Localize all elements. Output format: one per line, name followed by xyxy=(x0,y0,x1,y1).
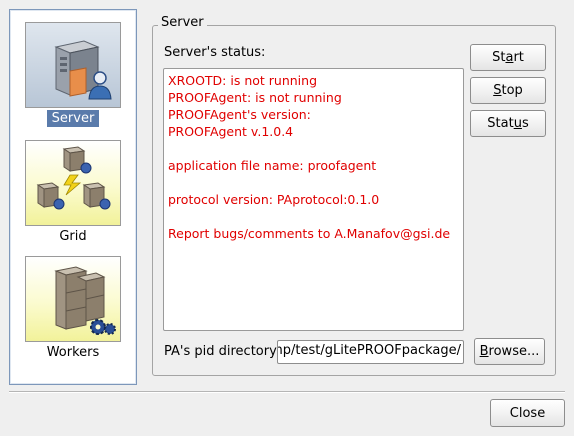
pid-directory-label: PA's pid directory: xyxy=(164,344,281,359)
status-button-mnemonic: u xyxy=(513,116,522,131)
nav-item-label: Grid xyxy=(59,229,87,244)
pid-directory-input[interactable]: /tmp/test/gLitePROOFpackage/ xyxy=(277,340,464,364)
status-line xyxy=(168,174,459,191)
browse-button-mnemonic: B xyxy=(479,344,489,359)
status-line: Report bugs/comments to A.Manafov@gsi.de xyxy=(168,226,451,241)
nav-item-label: Server xyxy=(46,110,100,127)
nav-item-server[interactable]: Server xyxy=(10,22,136,127)
workers-cluster-icon xyxy=(25,256,121,342)
start-button-label-pre: St xyxy=(492,50,506,65)
footer-separator xyxy=(9,391,565,393)
browse-button[interactable]: Browse... xyxy=(474,338,545,365)
stop-button-label-post: top xyxy=(501,83,523,98)
stop-button[interactable]: Stop xyxy=(470,77,546,104)
status-line: application file name: proofagent xyxy=(168,158,377,173)
status-button-label-post: s xyxy=(521,116,529,131)
status-button[interactable]: Status xyxy=(470,110,546,137)
status-button-label-pre: Stat xyxy=(487,116,514,131)
pid-directory-value: /tmp/test/gLitePROOFpackage/ xyxy=(277,343,461,358)
nav-panel: Server Grid Workers xyxy=(9,9,137,385)
server-status-label: Server's status: xyxy=(164,45,266,60)
nav-item-grid[interactable]: Grid xyxy=(10,140,136,245)
status-line: XROOTD: is not running xyxy=(168,73,318,88)
grid-servers-icon xyxy=(25,140,121,226)
close-button[interactable]: Close xyxy=(490,399,565,427)
start-button-label-post: rt xyxy=(513,50,524,65)
status-line: PROOFAgent: is not running xyxy=(168,90,342,105)
server-status-text[interactable]: XROOTD: is not running PROOFAgent: is not… xyxy=(163,68,464,331)
nav-item-workers[interactable]: Workers xyxy=(10,256,136,361)
server-user-icon xyxy=(25,22,121,108)
status-line xyxy=(168,208,459,225)
status-line: PROOFAgent's version: xyxy=(168,107,311,122)
nav-item-label: Workers xyxy=(46,345,100,360)
status-line: PROOFAgent v.1.0.4 xyxy=(168,124,294,139)
status-line: protocol version: PAprotocol:0.1.0 xyxy=(168,192,380,207)
start-button[interactable]: Start xyxy=(470,44,546,71)
browse-button-label-post: rowse... xyxy=(488,344,540,359)
status-line xyxy=(168,140,459,157)
server-group-title: Server xyxy=(158,15,207,30)
